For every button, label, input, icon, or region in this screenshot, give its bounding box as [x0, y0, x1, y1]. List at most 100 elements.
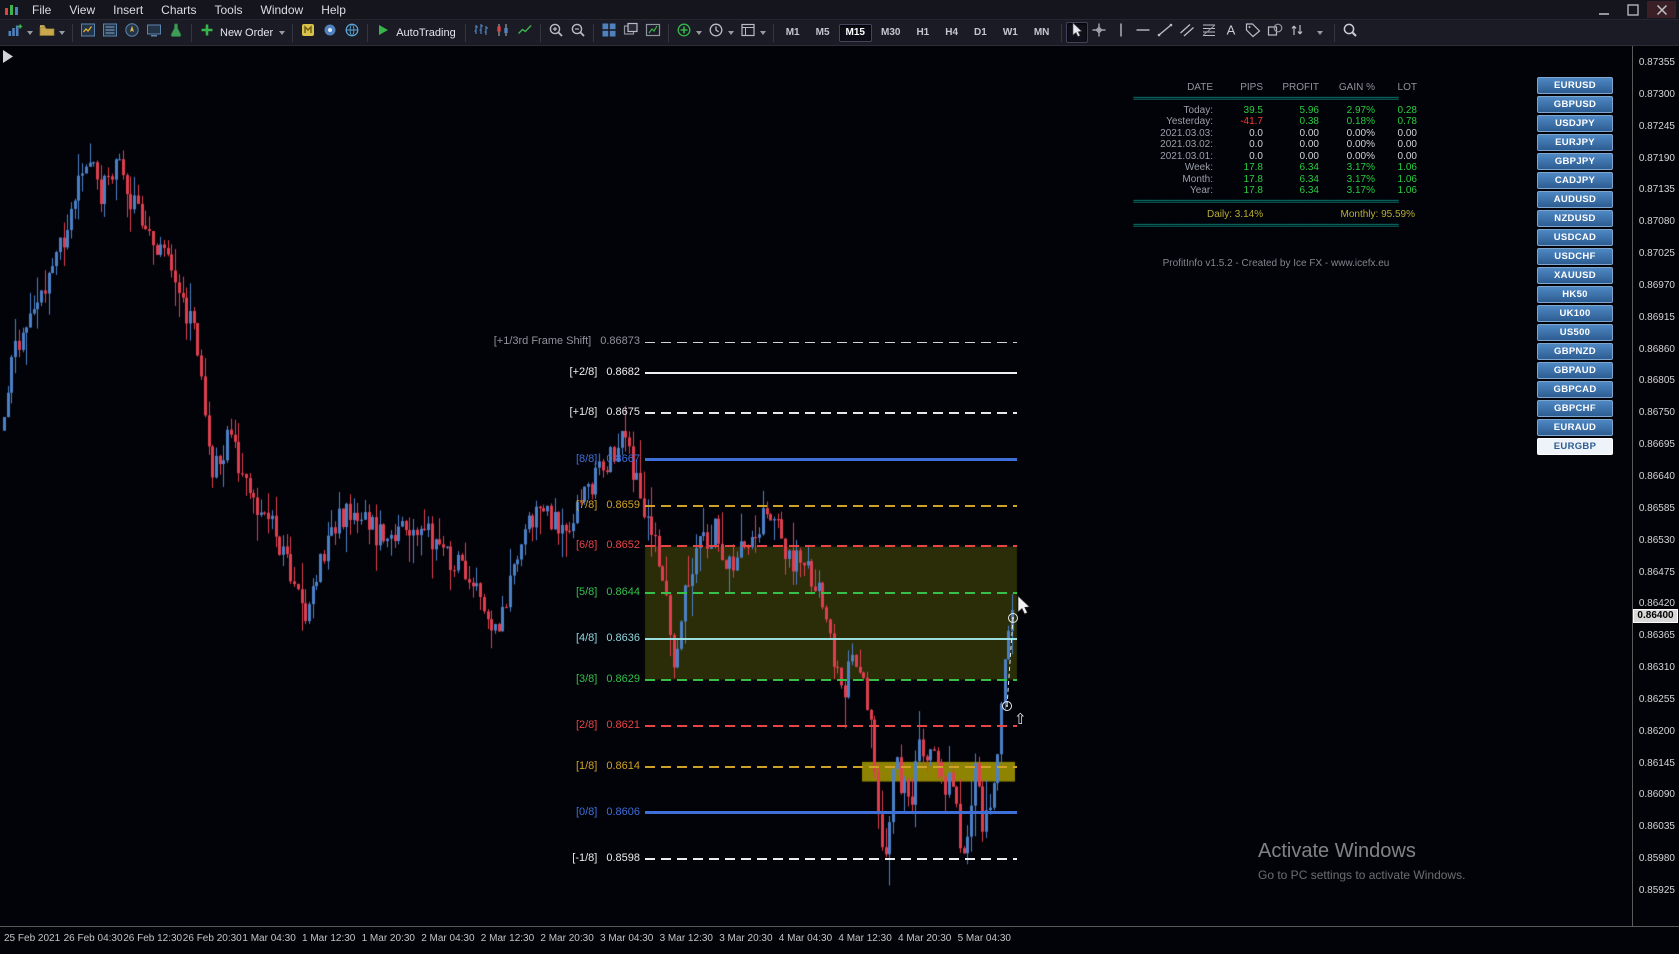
murrey-line-2-8[interactable] [645, 724, 1017, 727]
horizontal-line-button[interactable] [1132, 22, 1154, 43]
toolbar-separator [592, 23, 594, 42]
symbol-button-gbpnzd[interactable]: GBPNZD [1537, 343, 1613, 360]
symbol-button-usdcad[interactable]: USDCAD [1537, 229, 1613, 246]
metaeditor-button[interactable] [297, 22, 319, 43]
menu-insert[interactable]: Insert [104, 2, 152, 18]
symbol-button-eurusd[interactable]: EURUSD [1537, 77, 1613, 94]
symbol-button-usdchf[interactable]: USDCHF [1537, 248, 1613, 265]
cell: Yesterday: [1166, 116, 1213, 127]
murrey-line-6-8[interactable] [645, 545, 1017, 548]
text-button[interactable]: A [1220, 22, 1242, 43]
symbol-button-xauusd[interactable]: XAUUSD [1537, 267, 1613, 284]
indicators-button[interactable] [673, 22, 705, 43]
menu-file[interactable]: File [23, 2, 60, 18]
symbol-button-gbpusd[interactable]: GBPUSD [1537, 96, 1613, 113]
symbol-button-usdjpy[interactable]: USDJPY [1537, 115, 1613, 132]
murrey-line-5-8[interactable] [645, 591, 1017, 594]
murrey-line-4-8[interactable] [645, 638, 1017, 641]
autotrading-button[interactable]: AutoTrading [372, 22, 461, 43]
murrey-line-1-8[interactable] [645, 765, 1017, 768]
symbol-button-eurgbp[interactable]: EURGBP [1537, 438, 1613, 455]
tile-windows-button[interactable] [598, 22, 620, 43]
arrows-button[interactable] [1286, 22, 1308, 43]
symbol-button-hk50[interactable]: HK50 [1537, 286, 1613, 303]
symbol-button-euraud[interactable]: EURAUD [1537, 419, 1613, 436]
profit-info-row: Month: 17.8 6.34 3.17% 1.06 [1133, 174, 1419, 186]
minimize-button[interactable] [1589, 1, 1618, 18]
periods-button[interactable] [705, 22, 737, 43]
symbol-button-gbpjpy[interactable]: GBPJPY [1537, 153, 1613, 170]
time-label: 26 Feb 04:30 [63, 933, 123, 944]
strategy-tester-button[interactable] [165, 22, 187, 43]
menu-window[interactable]: Window [252, 2, 313, 18]
arrow-up-marker[interactable]: ⇧ [1014, 710, 1027, 728]
symbol-button-uk100[interactable]: UK100 [1537, 305, 1613, 322]
close-button[interactable] [1647, 1, 1676, 18]
murrey-line-2-8[interactable] [645, 371, 1017, 374]
time-axis[interactable]: 25 Feb 2021 26 Feb 04:30 26 Feb 12:30 26 Fe… [0, 926, 1679, 954]
timeframe-h4[interactable]: H4 [938, 24, 965, 42]
menu-help[interactable]: Help [312, 2, 355, 18]
options-button[interactable] [319, 22, 341, 43]
candle-chart-button[interactable] [492, 22, 514, 43]
navigator-button[interactable] [121, 22, 143, 43]
symbol-button-audusd[interactable]: AUDUSD [1537, 191, 1613, 208]
data-window-button[interactable] [99, 22, 121, 43]
menu-tools[interactable]: Tools [206, 2, 252, 18]
timeframe-mn[interactable]: MN [1027, 24, 1057, 42]
app-icon[interactable] [3, 2, 21, 18]
auto-arrange-button[interactable] [620, 22, 642, 43]
murrey-line-1-8[interactable] [645, 412, 1017, 415]
bar-chart-button[interactable] [470, 22, 492, 43]
fibonacci-retracement-button[interactable] [1198, 22, 1220, 43]
community-button[interactable] [341, 22, 363, 43]
market-watch-button[interactable] [77, 22, 99, 43]
chart-shift-button[interactable] [642, 22, 664, 43]
shapes-button[interactable] [1264, 22, 1286, 43]
search-button[interactable] [1339, 22, 1361, 43]
cell: 0.78 [1397, 116, 1417, 127]
timeframe-h1[interactable]: H1 [909, 24, 936, 42]
crosshair-button[interactable] [1088, 22, 1110, 43]
terminal-button[interactable] [143, 22, 165, 43]
price-scale[interactable]: 0.87355 0.87300 0.87245 0.87190 0.87135 0.870… [1632, 46, 1679, 926]
timeframe-m15[interactable]: M15 [838, 23, 872, 42]
vertical-line-button[interactable] [1110, 22, 1132, 43]
murrey-line-1-3rd-frame-shift[interactable] [645, 341, 1017, 343]
new-order-button[interactable]: New Order [196, 22, 288, 43]
maximize-button[interactable] [1618, 1, 1647, 18]
timeframe-d1[interactable]: D1 [967, 24, 994, 42]
symbol-button-gbpcad[interactable]: GBPCAD [1537, 381, 1613, 398]
symbol-button-eurjpy[interactable]: EURJPY [1537, 134, 1613, 151]
timeframe-m30[interactable]: M30 [874, 24, 907, 42]
symbol-button-gbpaud[interactable]: GBPAUD [1537, 362, 1613, 379]
new-chart-button[interactable] [4, 22, 36, 43]
menu-charts[interactable]: Charts [152, 2, 205, 18]
timeframe-w1[interactable]: W1 [996, 24, 1025, 42]
zoom-out-button[interactable] [567, 22, 589, 43]
templates-button[interactable] [737, 22, 769, 43]
zoom-in-button[interactable] [545, 22, 567, 43]
chart-area[interactable]: [+1/3rd Frame Shift] 0.86873 [+2/8] 0.8682[… [0, 46, 1632, 926]
cell: 1.06 [1397, 162, 1417, 173]
toolbar-separator [667, 23, 669, 42]
trendline-button[interactable] [1154, 22, 1176, 43]
symbol-button-us500[interactable]: US500 [1537, 324, 1613, 341]
timeframe-m1[interactable]: M1 [779, 24, 807, 42]
drawing-more-button[interactable] [1308, 22, 1330, 43]
text-label-button[interactable] [1242, 22, 1264, 43]
murrey-line-0-8[interactable] [645, 811, 1017, 815]
equidistant-channel-button[interactable] [1176, 22, 1198, 43]
murrey-line-3-8[interactable] [645, 678, 1017, 681]
line-chart-button[interactable] [514, 22, 536, 43]
profiles-button[interactable] [36, 22, 68, 43]
timeframe-m5[interactable]: M5 [809, 24, 837, 42]
murrey-line-8-8[interactable] [645, 458, 1017, 462]
symbol-button-nzdusd[interactable]: NZDUSD [1537, 210, 1613, 227]
cursor-button[interactable] [1066, 22, 1089, 43]
symbol-button-cadjpy[interactable]: CADJPY [1537, 172, 1613, 189]
murrey-line-1-8[interactable] [645, 858, 1017, 861]
murrey-line-7-8[interactable] [645, 504, 1017, 507]
symbol-button-gbpchf[interactable]: GBPCHF [1537, 400, 1613, 417]
menu-view[interactable]: View [60, 2, 104, 18]
